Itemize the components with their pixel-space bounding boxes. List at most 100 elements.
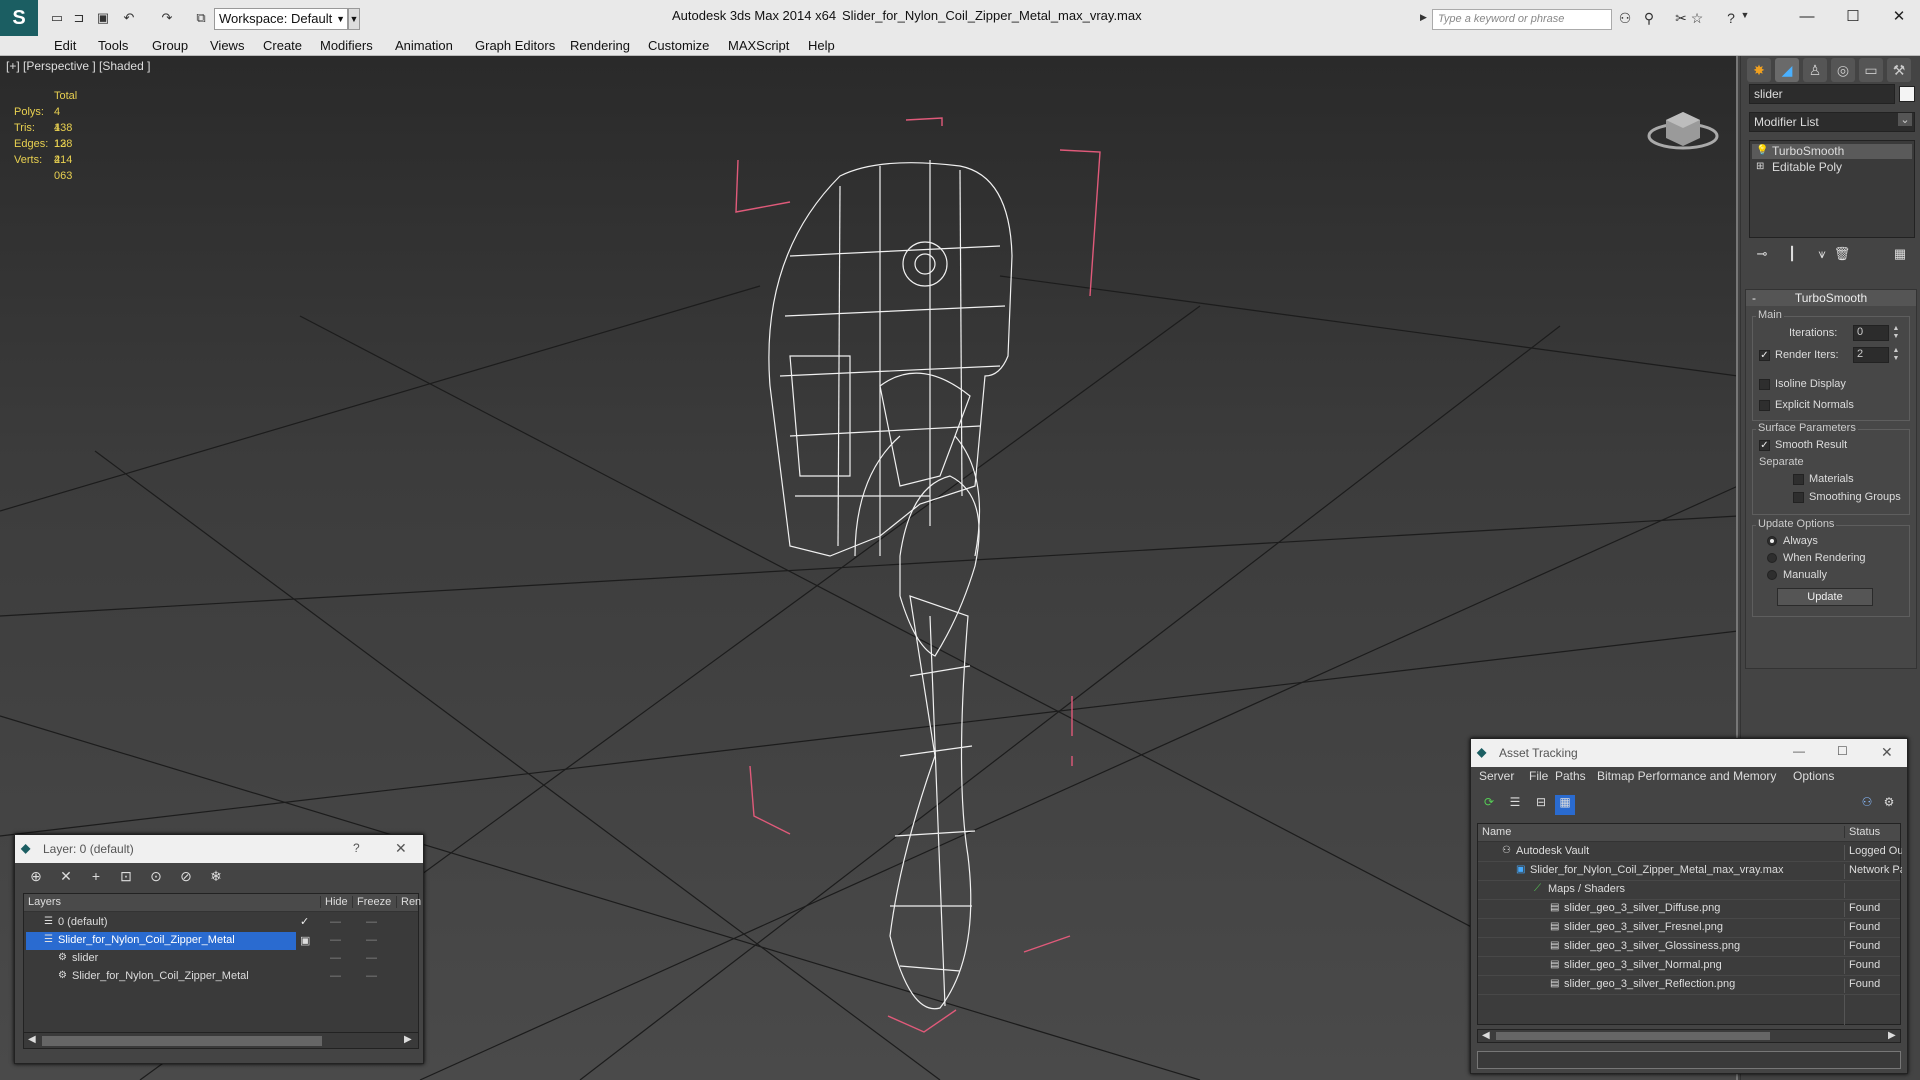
- scrollbar-thumb[interactable]: [1496, 1032, 1770, 1040]
- hide-toggle[interactable]: —: [330, 934, 341, 946]
- motion-tab-icon[interactable]: ◎: [1831, 58, 1855, 82]
- hide-toggle[interactable]: —: [330, 970, 341, 982]
- freeze-toggle[interactable]: —: [366, 916, 377, 928]
- layer-row[interactable]: ⚙ slider — —: [24, 950, 418, 968]
- stack-item-turbosmooth[interactable]: 💡 TurboSmooth: [1752, 144, 1912, 159]
- hide-all-icon[interactable]: ⊘: [175, 868, 197, 888]
- add-to-layer-icon[interactable]: +: [85, 868, 107, 888]
- horizontal-scrollbar[interactable]: ◀ ▶: [24, 1032, 418, 1048]
- search-expand-icon[interactable]: ▶: [1420, 12, 1427, 23]
- remove-modifier-icon[interactable]: 🗑: [1831, 246, 1853, 266]
- maximize-button[interactable]: ☐: [1837, 744, 1848, 758]
- smooth-result-checkbox[interactable]: ✓: [1759, 440, 1770, 451]
- pin-stack-icon[interactable]: ⊸: [1751, 246, 1773, 266]
- isoline-display-checkbox[interactable]: [1759, 379, 1770, 390]
- always-radio[interactable]: [1767, 536, 1777, 546]
- asset-row[interactable]: ▤ slider_geo_3_silver_Normal.png Found: [1478, 957, 1900, 976]
- viewport-label[interactable]: [+] [Perspective ] [Shaded ]: [6, 59, 150, 73]
- scroll-right-icon[interactable]: ▶: [404, 1034, 412, 1045]
- explicit-normals-checkbox[interactable]: [1759, 400, 1770, 411]
- list-view-icon[interactable]: ☰: [1505, 795, 1525, 815]
- menu-bitmap-performance[interactable]: Bitmap Performance and Memory: [1597, 769, 1776, 783]
- asset-path-field[interactable]: [1477, 1051, 1901, 1069]
- asset-row[interactable]: ▤ slider_geo_3_silver_Diffuse.png Found: [1478, 900, 1900, 919]
- spinner-arrows-icon[interactable]: ▲ ▼: [1891, 347, 1901, 363]
- update-button[interactable]: Update: [1777, 588, 1873, 606]
- make-unique-icon[interactable]: ⩛: [1811, 246, 1833, 266]
- column-header[interactable]: Freeze: [352, 896, 391, 908]
- key-icon[interactable]: ⚲: [1640, 10, 1658, 28]
- menu-animation[interactable]: Animation: [395, 38, 453, 53]
- menu-edit[interactable]: Edit: [54, 38, 76, 53]
- redo-icon[interactable]: ↷: [158, 9, 176, 27]
- show-end-result-icon[interactable]: ┃: [1781, 246, 1803, 266]
- layer-row[interactable]: ☰ 0 (default) ✓ — —: [24, 914, 418, 932]
- smoothing-groups-checkbox[interactable]: [1793, 492, 1804, 503]
- materials-checkbox[interactable]: [1793, 474, 1804, 485]
- display-tab-icon[interactable]: ▭: [1859, 58, 1883, 82]
- column-header[interactable]: Hide: [320, 896, 348, 908]
- modifier-list-dropdown[interactable]: Modifier List ⌄: [1749, 112, 1915, 132]
- workspace-dropdown[interactable]: Workspace: Default ▼: [214, 8, 348, 30]
- menu-paths[interactable]: Paths: [1555, 769, 1586, 783]
- menu-rendering[interactable]: Rendering: [570, 38, 630, 53]
- asset-row[interactable]: ⚇ Autodesk Vault Logged Out: [1478, 843, 1902, 862]
- menu-options[interactable]: Options: [1793, 769, 1834, 783]
- vault-login-icon[interactable]: ⚇: [1857, 795, 1877, 815]
- app-logo-icon[interactable]: S: [0, 0, 38, 36]
- hide-toggle[interactable]: —: [330, 952, 341, 964]
- scroll-left-icon[interactable]: ◀: [28, 1034, 36, 1045]
- table-view-icon[interactable]: ▦: [1555, 795, 1575, 815]
- manually-radio[interactable]: [1767, 570, 1777, 580]
- menu-file[interactable]: File: [1529, 769, 1548, 783]
- spinner-arrows-icon[interactable]: ▲ ▼: [1891, 325, 1901, 341]
- column-header[interactable]: Layers: [28, 896, 61, 908]
- column-header[interactable]: Status: [1844, 826, 1880, 838]
- render-iters-spinner[interactable]: 2: [1853, 347, 1889, 363]
- stack-item-editable-poly[interactable]: ⊞ Editable Poly: [1752, 160, 1912, 175]
- rollout-header[interactable]: - TurboSmooth: [1746, 290, 1916, 306]
- modify-tab-icon[interactable]: ◢: [1775, 58, 1799, 82]
- asset-row[interactable]: ▣ Slider_for_Nylon_Coil_Zipper_Metal_max_…: [1478, 862, 1902, 881]
- layer-row[interactable]: ☰ Slider_for_Nylon_Coil_Zipper_Metal ▣ —…: [24, 932, 418, 950]
- column-header[interactable]: Ren: [396, 896, 421, 908]
- menu-group[interactable]: Group: [152, 38, 188, 53]
- help-dropdown-icon[interactable]: ▼: [1736, 10, 1754, 28]
- save-icon[interactable]: ▣: [94, 9, 112, 27]
- viewcube-icon[interactable]: [1647, 112, 1719, 150]
- menu-tools[interactable]: Tools: [98, 38, 128, 53]
- search-input[interactable]: Type a keyword or phrase: [1432, 9, 1612, 30]
- column-header[interactable]: Name: [1482, 826, 1511, 838]
- minimize-button[interactable]: —: [1784, 4, 1830, 30]
- add-to-layer-icon[interactable]: ▣: [300, 934, 310, 947]
- menu-create[interactable]: Create: [263, 38, 302, 53]
- create-layer-icon[interactable]: ⊕: [25, 868, 47, 888]
- favorites-star-icon[interactable]: ☆: [1688, 10, 1706, 28]
- render-iters-checkbox[interactable]: ✓: [1759, 350, 1770, 361]
- help-button[interactable]: ?: [353, 841, 360, 855]
- minimize-button[interactable]: —: [1793, 744, 1805, 758]
- freeze-toggle[interactable]: —: [366, 970, 377, 982]
- select-objects-icon[interactable]: ⊡: [115, 868, 137, 888]
- menu-views[interactable]: Views: [210, 38, 244, 53]
- project-folder-icon[interactable]: ⧉: [192, 9, 210, 27]
- close-button[interactable]: ✕: [1881, 744, 1893, 761]
- lightbulb-icon[interactable]: 💡: [1756, 145, 1768, 156]
- menu-customize[interactable]: Customize: [648, 38, 709, 53]
- vault-options-icon[interactable]: ⚙: [1879, 795, 1899, 815]
- freeze-toggle[interactable]: —: [366, 952, 377, 964]
- close-button[interactable]: ✕: [395, 840, 407, 857]
- scrollbar-thumb[interactable]: [42, 1036, 322, 1046]
- iterations-spinner[interactable]: 0: [1853, 325, 1889, 341]
- maximize-button[interactable]: ☐: [1830, 4, 1876, 30]
- delete-layer-icon[interactable]: ✕: [55, 868, 77, 888]
- horizontal-scrollbar[interactable]: ◀ ▶: [1477, 1029, 1901, 1043]
- expand-plus-icon[interactable]: ⊞: [1756, 161, 1767, 172]
- layer-row[interactable]: ⚙ Slider_for_Nylon_Coil_Zipper_Metal — —: [24, 968, 418, 986]
- menu-modifiers[interactable]: Modifiers: [320, 38, 373, 53]
- create-tab-icon[interactable]: ✸: [1747, 58, 1771, 82]
- when-rendering-radio[interactable]: [1767, 553, 1777, 563]
- tree-view-icon[interactable]: ⊟: [1531, 795, 1551, 815]
- utilities-tab-icon[interactable]: ⚒: [1887, 58, 1911, 82]
- open-file-icon[interactable]: ⊐: [70, 9, 88, 27]
